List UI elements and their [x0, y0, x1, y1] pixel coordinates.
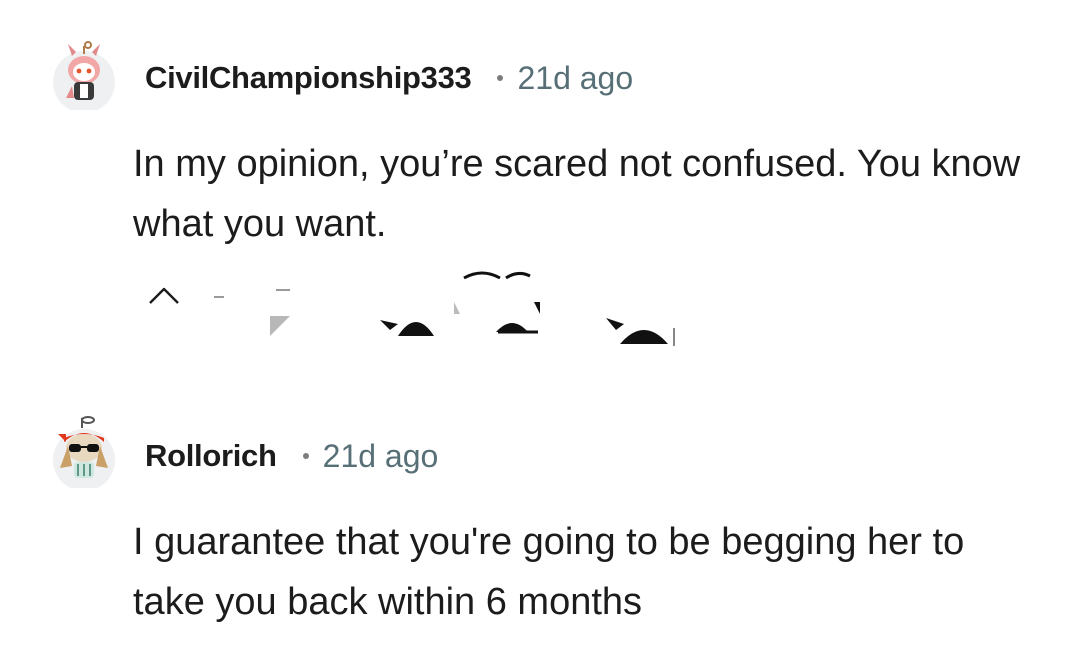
username-link[interactable]: Rollorich [145, 438, 277, 474]
comment-meta: CivilChampionship333 21d ago [145, 58, 633, 98]
comment-actions [140, 270, 700, 350]
award-icon[interactable] [376, 306, 446, 338]
separator-dot [302, 453, 309, 459]
timestamp: 21d ago [322, 437, 439, 474]
upvote-icon[interactable] [146, 284, 182, 306]
timestamp: 21d ago [517, 59, 634, 96]
downvote-icon[interactable] [212, 294, 228, 300]
comment-meta: Rollorich 21d ago [145, 436, 438, 476]
reply-icon[interactable] [268, 288, 294, 340]
comment-body: I guarantee that you're going to be begg… [133, 521, 965, 623]
share-icon[interactable] [454, 270, 550, 340]
username-link[interactable]: CivilChampionship333 [145, 60, 472, 96]
snoo-avatar-sunglasses-icon[interactable] [52, 416, 116, 488]
comment-thread: CivilChampionship333 21d ago In my opini… [0, 0, 1080, 652]
comment-body: In my opinion, you’re scared not confuse… [133, 143, 1021, 245]
snoo-avatar-pink-cat-icon[interactable] [52, 38, 116, 110]
more-options-icon[interactable] [604, 316, 680, 346]
separator-dot [497, 75, 504, 81]
